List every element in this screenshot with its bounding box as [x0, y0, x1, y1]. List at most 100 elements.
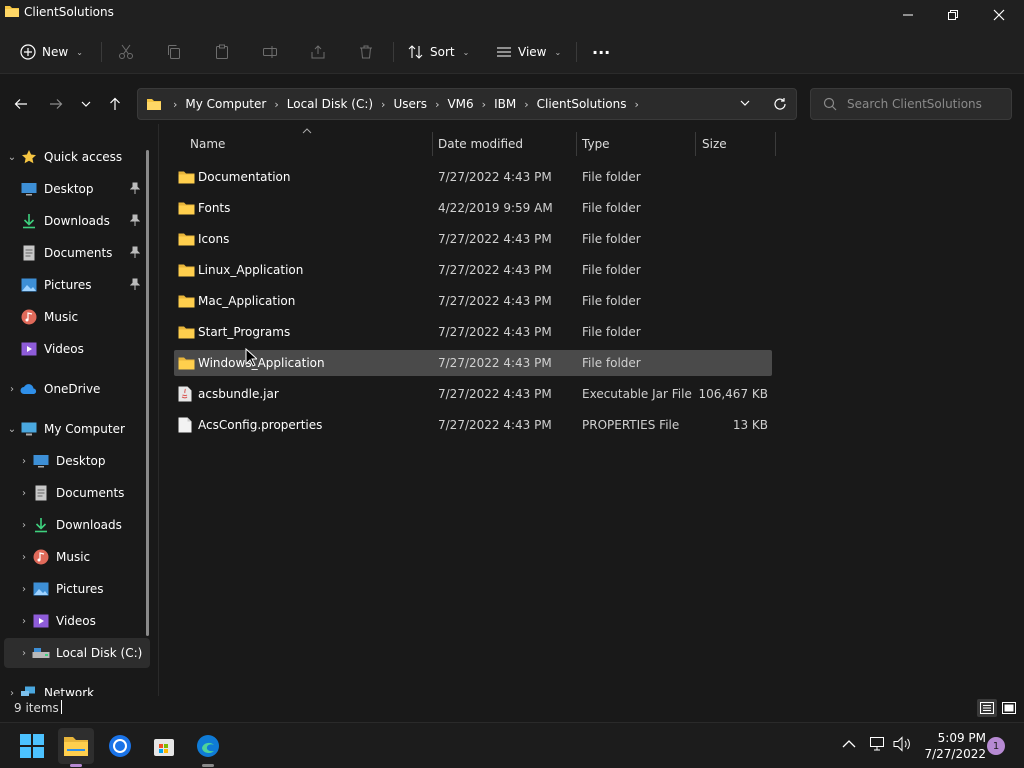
notification-badge[interactable]: 1 — [987, 737, 1005, 755]
close-button[interactable] — [976, 0, 1022, 30]
chevron-right-icon[interactable]: › — [16, 488, 32, 499]
column-resize-handle[interactable] — [695, 132, 696, 156]
chevron-right-icon[interactable]: › — [16, 648, 32, 659]
address-bar[interactable]: › My Computer › Local Disk (C:) › Users … — [137, 88, 797, 120]
chevron-right-icon[interactable]: › — [630, 98, 644, 111]
cut-button[interactable] — [118, 38, 134, 66]
chevron-right-icon[interactable]: › — [16, 584, 32, 595]
chevron-right-icon[interactable]: › — [269, 98, 283, 111]
search-box[interactable] — [810, 88, 1012, 120]
pin-icon[interactable] — [130, 182, 140, 194]
nav-network[interactable]: › Network — [4, 678, 150, 696]
nav-item-music[interactable]: Music — [4, 302, 150, 332]
nav-item-desktop[interactable]: Desktop — [4, 174, 150, 204]
cloud-icon — [20, 381, 38, 397]
details-view-button[interactable] — [977, 699, 997, 717]
chevron-right-icon[interactable]: › — [16, 456, 32, 467]
volume-button[interactable] — [893, 736, 911, 752]
system-clock[interactable]: 5:09 PM 7/27/2022 — [916, 730, 986, 762]
breadcrumb-users[interactable]: Users — [390, 97, 430, 111]
chevron-right-icon[interactable]: › — [4, 688, 20, 697]
share-button[interactable] — [310, 38, 326, 66]
breadcrumb-ibm[interactable]: IBM — [491, 97, 519, 111]
sort-button[interactable]: Sort ⌄ — [408, 38, 469, 66]
nav-quick-access[interactable]: ⌄ Quick access — [4, 142, 150, 172]
column-date-modified[interactable]: Date modified — [438, 128, 523, 160]
file-row[interactable]: Linux_Application 7/27/2022 4:43 PM File… — [174, 257, 772, 283]
nav-item-documents[interactable]: Documents — [4, 238, 150, 268]
file-row[interactable]: Mac_Application 7/27/2022 4:43 PM File f… — [174, 288, 772, 314]
chevron-down-icon[interactable]: ⌄ — [4, 152, 20, 163]
column-resize-handle[interactable] — [775, 132, 776, 156]
nav-pc-videos[interactable]: › Videos — [4, 606, 150, 636]
new-button[interactable]: New ⌄ — [20, 38, 83, 66]
nav-label: Music — [56, 550, 91, 564]
nav-pc-local-disk[interactable]: › Local Disk (C:) — [4, 638, 150, 668]
start-button[interactable] — [14, 728, 50, 764]
nav-pc-downloads[interactable]: › Downloads — [4, 510, 150, 540]
nav-onedrive[interactable]: › OneDrive — [4, 374, 150, 404]
chevron-right-icon[interactable]: › — [4, 384, 20, 395]
column-size[interactable]: Size — [702, 128, 727, 160]
forward-button[interactable] — [42, 90, 70, 118]
nav-pc-desktop[interactable]: › Desktop — [4, 446, 150, 476]
minimize-button[interactable] — [885, 0, 931, 30]
show-hidden-icons-button[interactable] — [842, 739, 856, 749]
column-type[interactable]: Type — [582, 128, 610, 160]
file-row[interactable]: AcsConfig.properties 7/27/2022 4:43 PM P… — [174, 412, 772, 438]
file-row[interactable]: Fonts 4/22/2019 9:59 AM File folder — [174, 195, 772, 221]
pin-icon[interactable] — [130, 278, 140, 290]
chevron-right-icon[interactable]: › — [376, 98, 390, 111]
nav-item-downloads[interactable]: Downloads — [4, 206, 150, 236]
taskbar-chrome[interactable] — [102, 728, 138, 764]
breadcrumb-my-computer[interactable]: My Computer — [182, 97, 269, 111]
pin-icon[interactable] — [130, 246, 140, 258]
network-status-button[interactable] — [868, 736, 886, 752]
taskbar-file-explorer[interactable] — [58, 728, 94, 764]
column-resize-handle[interactable] — [576, 132, 577, 156]
copy-button[interactable] — [166, 38, 182, 66]
view-button[interactable]: View ⌄ — [496, 38, 561, 66]
paste-button[interactable] — [214, 38, 230, 66]
nav-pc-music[interactable]: › Music — [4, 542, 150, 572]
nav-pc-documents[interactable]: › Documents — [4, 478, 150, 508]
file-row[interactable]: Icons 7/27/2022 4:43 PM File folder — [174, 226, 772, 252]
nav-item-pictures[interactable]: Pictures — [4, 270, 150, 300]
rename-button[interactable] — [262, 38, 278, 66]
status-bar: 9 items — [0, 696, 1024, 720]
chevron-right-icon[interactable]: › — [16, 616, 32, 627]
more-options-button[interactable]: ··· — [592, 38, 610, 66]
tiles-view-button[interactable] — [999, 699, 1019, 717]
breadcrumb-local-disk[interactable]: Local Disk (C:) — [284, 97, 376, 111]
chevron-right-icon[interactable]: › — [430, 98, 444, 111]
refresh-button[interactable] — [773, 97, 787, 111]
file-row-selected[interactable]: Windows_Application 7/27/2022 4:43 PM Fi… — [174, 350, 772, 376]
taskbar-store[interactable] — [146, 728, 182, 764]
chevron-right-icon[interactable]: › — [16, 520, 32, 531]
chevron-right-icon[interactable]: › — [477, 98, 491, 111]
up-button[interactable] — [101, 90, 129, 118]
file-date: 7/27/2022 4:43 PM — [438, 418, 552, 432]
restore-button[interactable] — [930, 0, 976, 30]
delete-button[interactable] — [358, 38, 374, 66]
breadcrumb-vm6[interactable]: VM6 — [444, 97, 476, 111]
file-date: 4/22/2019 9:59 AM — [438, 201, 553, 215]
nav-item-videos[interactable]: Videos — [4, 334, 150, 364]
nav-my-computer[interactable]: ⌄ My Computer — [4, 414, 150, 444]
chevron-down-icon[interactable]: ⌄ — [4, 424, 20, 435]
column-resize-handle[interactable] — [432, 132, 433, 156]
chevron-right-icon[interactable]: › — [519, 98, 533, 111]
recent-locations-button[interactable] — [72, 90, 100, 118]
chevron-right-icon[interactable]: › — [16, 552, 32, 563]
file-row[interactable]: acsbundle.jar 7/27/2022 4:43 PM Executab… — [174, 381, 772, 407]
breadcrumb-clientsolutions[interactable]: ClientSolutions — [534, 97, 630, 111]
file-row[interactable]: Documentation 7/27/2022 4:43 PM File fol… — [174, 164, 772, 190]
taskbar-edge[interactable] — [190, 728, 226, 764]
address-history-button[interactable] — [739, 97, 751, 109]
nav-pc-pictures[interactable]: › Pictures — [4, 574, 150, 604]
file-row[interactable]: Start_Programs 7/27/2022 4:43 PM File fo… — [174, 319, 772, 345]
back-button[interactable] — [7, 90, 35, 118]
column-name[interactable]: Name — [190, 128, 225, 160]
search-input[interactable] — [847, 97, 997, 111]
pin-icon[interactable] — [130, 214, 140, 226]
